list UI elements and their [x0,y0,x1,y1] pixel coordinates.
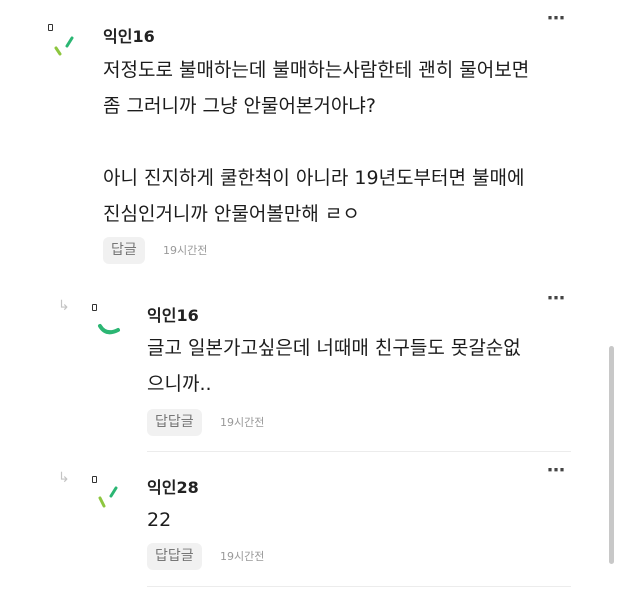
more-options-button[interactable]: ⋯ [547,462,566,480]
timestamp: 19시간전 [220,550,265,563]
avatar-arc-icon [98,324,120,335]
comment-text: 글고 일본가고싶은데 너때매 친구들도 못갈순없 으니까.. [147,337,521,395]
divider [147,451,571,452]
username[interactable]: 익인16 [147,302,199,326]
scrollbar[interactable] [609,346,614,564]
timestamp: 19시간전 [163,244,208,257]
avatar-check-icon [54,36,74,56]
avatar [92,304,132,344]
more-options-button[interactable]: ⋯ [547,10,566,28]
avatar [92,476,132,516]
reply-button[interactable]: 답답글 [147,543,202,570]
reply-arrow-icon: ↳ [58,470,70,486]
reply-button[interactable]: 답글 [103,237,145,264]
comment-text: 저정도로 불매하는데 불매하는사람한테 괜히 물어보면 좀 그러니까 그냥 안물… [103,59,530,225]
avatar [48,24,88,64]
divider [147,586,571,587]
reply-arrow-icon: ↳ [58,298,70,314]
more-options-button[interactable]: ⋯ [547,290,566,308]
avatar-check-icon [98,486,118,508]
reply-comment: ↳ 익인16 ⋯ 글고 일본가고싶은데 너때매 친구들도 못갈순없 으니까.. … [0,290,600,450]
comment-text: 22 [147,509,172,531]
username[interactable]: 익인28 [147,474,199,498]
comment: 익인16 ⋯ 저정도로 불매하는데 불매하는사람한테 괜히 물어보면 좀 그러니… [0,0,600,280]
reply-comment: ↳ 익인28 ⋯ 22 답답글 19시간전 [0,462,600,582]
username[interactable]: 익인16 [103,23,155,47]
reply-button[interactable]: 답답글 [147,409,202,436]
timestamp: 19시간전 [220,416,265,429]
